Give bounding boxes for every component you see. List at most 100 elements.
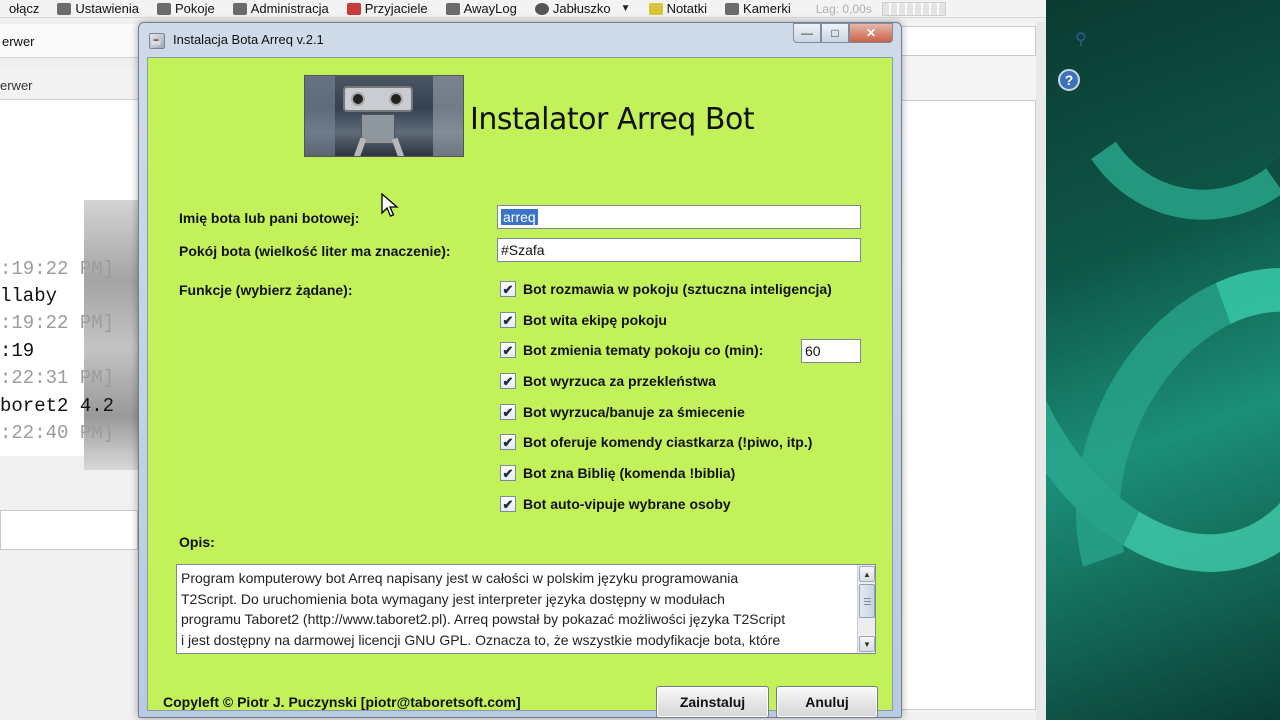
- chat-timestamp: :19:22 PM]: [0, 312, 115, 334]
- lag-meter: [881, 1, 946, 16]
- feature-kick-swearing[interactable]: ✔ Bot wyrzuca za przekleństwa: [500, 373, 716, 389]
- robot-head: [343, 86, 413, 112]
- app-menubar: ołącz Ustawienia Pokoje Administracja Pr…: [0, 0, 1046, 18]
- description-label: Opis:: [179, 534, 215, 550]
- chat-timestamp: :22:31 PM]: [0, 367, 115, 389]
- chat-timestamp: :22:40 PM]: [0, 422, 115, 444]
- window-controls: — □ ✕: [793, 23, 893, 43]
- checkbox-checked-icon[interactable]: ✔: [500, 404, 516, 420]
- notes-icon: [648, 2, 663, 15]
- checkbox-checked-icon[interactable]: ✔: [500, 373, 516, 389]
- dialog-titlebar[interactable]: ☕ Instalacja Bota Arreq v.2.1 — □ ✕: [139, 23, 901, 57]
- install-button[interactable]: Zainstaluj: [656, 686, 769, 718]
- feature-label: Bot oferuje komendy ciastkarza (!piwo, i…: [523, 434, 813, 450]
- admin-icon: [232, 2, 247, 15]
- functions-label: Funkcje (wybierz żądane):: [179, 282, 353, 298]
- menu-item-friends[interactable]: Przyjaciele: [338, 0, 437, 18]
- menu-item-awaylog[interactable]: AwayLog: [437, 0, 526, 18]
- description-textarea[interactable]: Program komputerowy bot Arreq napisany j…: [176, 564, 876, 654]
- robot-eye: [389, 92, 403, 106]
- help-icon[interactable]: ?: [1058, 69, 1080, 91]
- menu-item-admin[interactable]: Administracja: [224, 0, 338, 18]
- chat-timestamp: :19:22 PM]: [0, 258, 115, 280]
- feature-label: Bot zna Biblię (komenda !biblia): [523, 465, 736, 481]
- scroll-up-icon[interactable]: ▲: [859, 566, 875, 582]
- app-scrollbar[interactable]: [1036, 22, 1046, 720]
- user-list-panel[interactable]: [900, 100, 1036, 710]
- feature-cookie-commands[interactable]: ✔ Bot oferuje komendy ciastkarza (!piwo,…: [500, 434, 812, 450]
- checkbox-checked-icon[interactable]: ✔: [500, 312, 516, 328]
- log-icon: [445, 2, 460, 15]
- banner-bg: [433, 76, 463, 156]
- chat-log[interactable]: :19:22 PM] llaby :19:22 PM] :19 :22:31 P…: [0, 100, 140, 470]
- scroll-thumb[interactable]: [859, 584, 875, 618]
- copyleft-text: Copyleft © Piotr J. Puczynski [piotr@tab…: [163, 694, 521, 710]
- description-text: Program komputerowy bot Arreq napisany j…: [181, 568, 853, 650]
- checkbox-checked-icon[interactable]: ✔: [500, 434, 516, 450]
- bot-room-field[interactable]: #Szafa: [497, 238, 861, 262]
- description-scrollbar[interactable]: ▲ ▼: [857, 565, 875, 653]
- grip-line: [864, 604, 871, 605]
- feature-label: Bot zmienia tematy pokoju co (min):: [523, 342, 764, 358]
- feature-auto-vip[interactable]: ✔ Bot auto-vipuje wybrane osoby: [500, 496, 731, 512]
- feature-ai-chat[interactable]: ✔ Bot rozmawia w pokoju (sztuczna inteli…: [500, 281, 832, 297]
- description-line: programu Taboret2 (http://www.taboret2.p…: [181, 611, 786, 627]
- menu-label: Notatki: [666, 0, 708, 16]
- menu-item-notes[interactable]: Notatki: [640, 0, 716, 18]
- apple-icon: [534, 2, 549, 15]
- menu-label: ołącz: [9, 0, 40, 16]
- minimize-button[interactable]: —: [793, 23, 821, 43]
- feature-label: Bot wyrzuca za przekleństwa: [523, 373, 716, 389]
- wrench-icon: [57, 2, 72, 15]
- grip-line: [864, 598, 871, 599]
- menu-label: Pokoje: [174, 0, 215, 16]
- bot-room-label: Pokój bota (wielkość liter ma znaczenie)…: [179, 243, 451, 259]
- menu-item-connect[interactable]: ołącz: [0, 0, 48, 18]
- robot-eye: [351, 92, 365, 106]
- checkbox-checked-icon[interactable]: ✔: [500, 342, 516, 358]
- dialog-content: Instalator Arreq Bot Imię bota lub pani …: [147, 57, 893, 718]
- chat-message: :19: [0, 340, 35, 362]
- feature-label: Bot wyrzuca/banuje za śmiecenie: [523, 404, 745, 420]
- menu-label: Przyjaciele: [364, 0, 428, 16]
- menu-label: Ustawienia: [75, 0, 139, 16]
- cancel-button[interactable]: Anuluj: [776, 686, 878, 718]
- banner-bg: [305, 76, 335, 156]
- description-line: T2Script. Do uruchomienia bota wymagany …: [181, 590, 725, 607]
- chat-message: boret2 4.2: [0, 395, 115, 417]
- tab-label: erwer: [2, 34, 35, 49]
- server-tab[interactable]: erwer: [0, 24, 140, 58]
- description-line: i jest dostępny na darmowej licencji GNU…: [181, 631, 781, 648]
- server-header: erwer: [0, 70, 140, 100]
- bot-name-field[interactable]: arreq: [497, 205, 861, 229]
- menu-item-rooms[interactable]: Pokoje: [148, 0, 224, 18]
- feature-bible[interactable]: ✔ Bot zna Biblię (komenda !biblia): [500, 465, 735, 481]
- checkbox-checked-icon[interactable]: ✔: [500, 496, 516, 512]
- maximize-button[interactable]: □: [821, 23, 849, 43]
- java-app-icon: ☕: [149, 33, 165, 49]
- lag-indicator: Lag: 0,00s: [815, 1, 872, 16]
- feature-ban-spam[interactable]: ✔ Bot wyrzuca/banuje za śmiecenie: [500, 404, 745, 420]
- close-button[interactable]: ✕: [849, 23, 893, 43]
- menu-label: AwayLog: [463, 0, 517, 16]
- feature-label: Bot auto-vipuje wybrane osoby: [523, 496, 731, 512]
- feature-topic-change[interactable]: ✔ Bot zmienia tematy pokoju co (min):: [500, 342, 763, 358]
- robot-banner-image: [304, 75, 464, 157]
- chat-message: llaby: [0, 285, 58, 307]
- robot-leg: [391, 137, 405, 156]
- feature-greet[interactable]: ✔ Bot wita ekipę pokoju: [500, 312, 667, 328]
- search-icon[interactable]: ⚲: [1068, 26, 1094, 52]
- menu-item-cameras[interactable]: Kamerki: [716, 0, 800, 18]
- menu-label: Kamerki: [743, 0, 791, 16]
- checkbox-checked-icon[interactable]: ✔: [500, 281, 516, 297]
- scroll-down-icon[interactable]: ▼: [859, 636, 875, 652]
- robot-leg: [353, 137, 367, 156]
- checkbox-checked-icon[interactable]: ✔: [500, 465, 516, 481]
- search-input[interactable]: [900, 26, 1036, 56]
- menu-item-apple[interactable]: Jabłuszko ▼: [526, 0, 640, 18]
- grip-line: [864, 601, 871, 602]
- menu-item-settings[interactable]: Ustawienia: [48, 0, 148, 18]
- topic-minutes-field[interactable]: 60: [801, 339, 861, 363]
- chat-input[interactable]: [0, 510, 138, 550]
- rooms-icon: [156, 2, 171, 15]
